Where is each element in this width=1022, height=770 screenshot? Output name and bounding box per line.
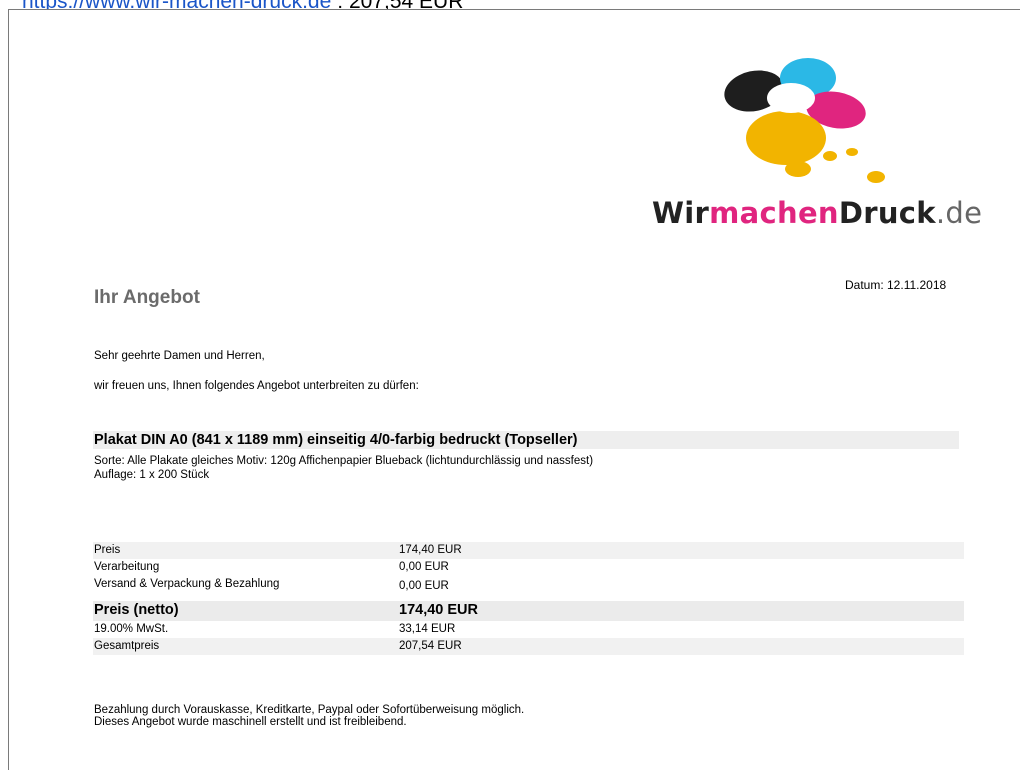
vat-label: 19.00% MwSt.: [94, 623, 169, 635]
table-row: Gesamtpreis 207,54 EUR: [93, 638, 964, 655]
greeting-text: Sehr geehrte Damen und Herren,: [94, 350, 265, 362]
shipping-label: Versand & Verpackung & Bezahlung: [94, 578, 280, 590]
table-row: Versand & Verpackung & Bezahlung 0,00 EU…: [93, 576, 964, 596]
table-row: Preis 174,40 EUR: [93, 542, 964, 559]
table-row: 19.00% MwSt. 33,14 EUR: [93, 621, 964, 638]
table-row: Verarbeitung 0,00 EUR: [93, 559, 964, 576]
intro-text: wir freuen uns, Ihnen folgendes Angebot …: [94, 380, 419, 392]
brand-wordmark: WirmachenDruck.de: [652, 196, 982, 230]
brand-part-de: .de: [935, 196, 983, 230]
processing-label: Verarbeitung: [94, 561, 160, 573]
net-price-value: 174,40 EUR: [399, 602, 478, 618]
disclaimer-note: Dieses Angebot wurde maschinell erstellt…: [94, 716, 407, 728]
price-label: Preis: [94, 544, 121, 556]
price-table: Preis 174,40 EUR Verarbeitung 0,00 EUR V…: [93, 542, 964, 655]
date-label: Datum: 12.11.2018: [845, 278, 947, 292]
brand-part-druck: Druck: [838, 196, 936, 230]
brand-part-machen: machen: [709, 196, 839, 230]
brand-logo-icon: [724, 58, 885, 183]
net-price-label: Preis (netto): [94, 602, 179, 618]
product-title: Plakat DIN A0 (841 x 1189 mm) einseitig …: [94, 432, 578, 448]
total-label: Gesamtpreis: [94, 640, 160, 652]
product-sorte: Sorte: Alle Plakate gleiches Motiv: 120g…: [94, 455, 594, 467]
price-value: 174,40 EUR: [399, 544, 462, 556]
payment-note: Bezahlung durch Vorauskasse, Kreditkarte…: [94, 704, 525, 716]
page-title: Ihr Angebot: [94, 287, 200, 308]
processing-value: 0,00 EUR: [399, 561, 449, 573]
table-row: Preis (netto) 174,40 EUR: [93, 601, 964, 621]
brand-part-wir: Wir: [652, 196, 710, 230]
shipping-value: 0,00 EUR: [399, 580, 449, 592]
product-auflage: Auflage: 1 x 200 Stück: [94, 469, 210, 481]
vat-value: 33,14 EUR: [399, 623, 456, 635]
total-value: 207,54 EUR: [399, 640, 462, 652]
